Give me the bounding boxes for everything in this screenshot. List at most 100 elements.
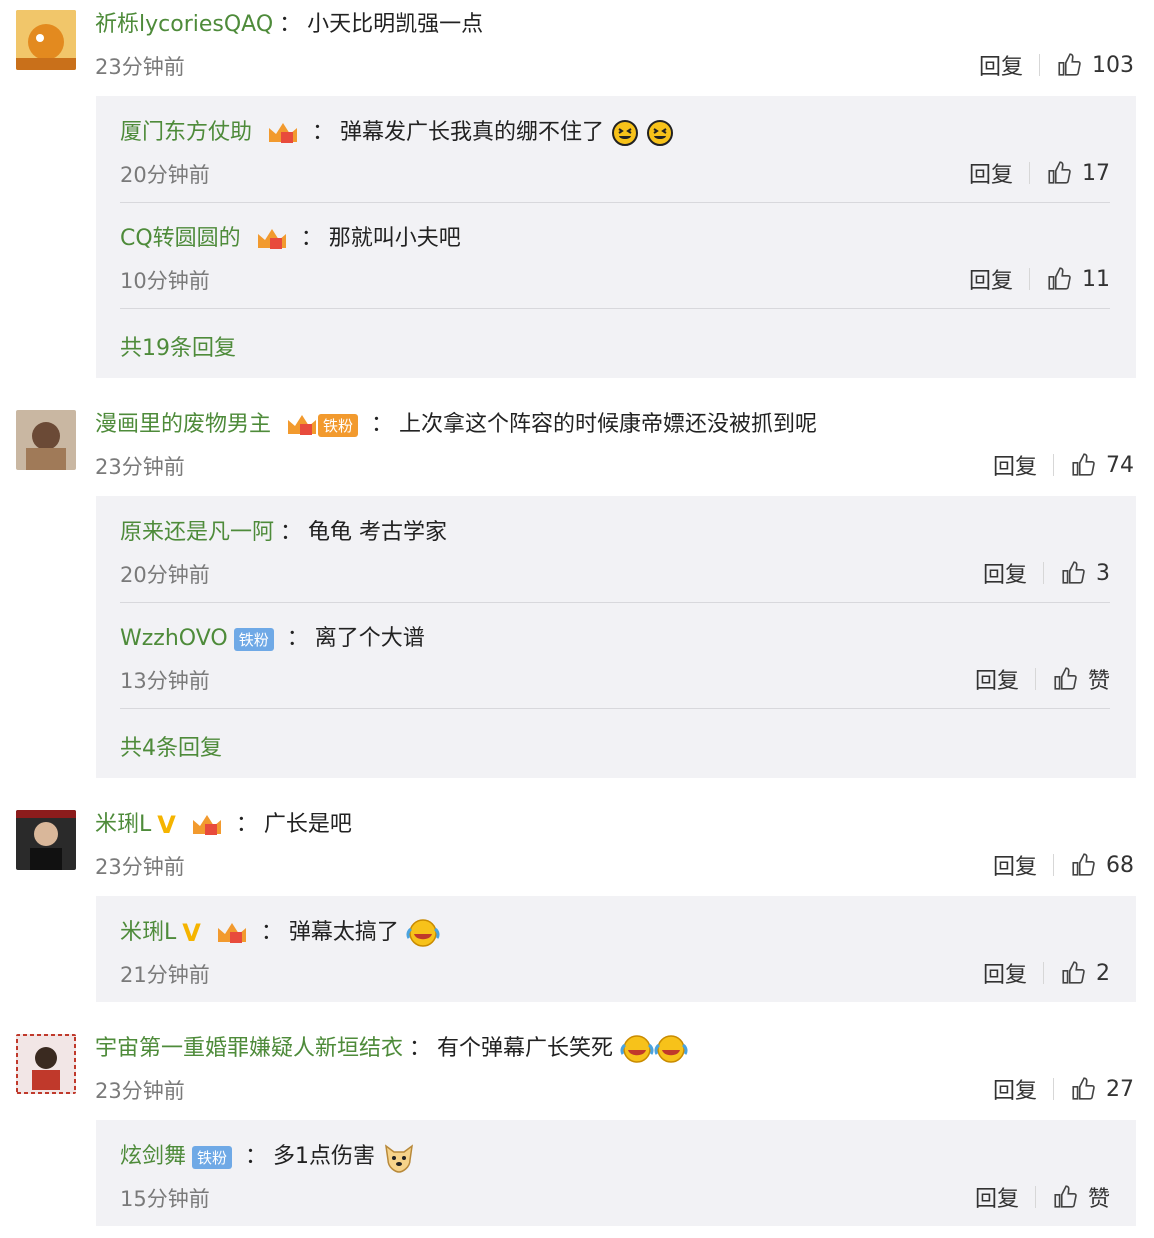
like-count[interactable]: 27 — [1106, 1077, 1134, 1102]
avatar[interactable] — [16, 810, 76, 870]
like-count[interactable]: 3 — [1096, 561, 1110, 586]
username-link[interactable]: 祈栎lycoriesQAQ — [95, 12, 273, 37]
username-link[interactable]: WzzhOVO — [120, 626, 228, 651]
thumbs-up-icon[interactable] — [1046, 160, 1072, 186]
thumbs-up-icon[interactable] — [1060, 960, 1086, 986]
reply-button[interactable]: 回复 — [993, 849, 1037, 881]
comment-text: 有个弹幕广长笑死 — [437, 1036, 614, 1061]
username-link[interactable]: 米琍L — [120, 920, 176, 945]
like-count[interactable]: 74 — [1106, 453, 1134, 478]
divider — [1034, 668, 1036, 690]
laugh-cry-emoji-icon — [654, 1035, 688, 1063]
divider — [1034, 1186, 1036, 1208]
like-count[interactable]: 2 — [1096, 961, 1110, 986]
username-link[interactable]: 厦门东方仗助 — [120, 120, 252, 145]
reply-button[interactable]: 回复 — [979, 49, 1023, 81]
reply-button[interactable]: 回复 — [983, 957, 1027, 989]
comment-text: 上次拿这个阵容的时候康帝嫖还没被抓到呢 — [399, 412, 818, 437]
colon: ： — [300, 226, 323, 251]
like-count[interactable]: 103 — [1092, 53, 1134, 78]
colon: ： — [409, 1036, 432, 1061]
divider — [1039, 54, 1040, 76]
like-count[interactable]: 赞 — [1088, 1181, 1110, 1213]
reply-button[interactable]: 回复 — [969, 157, 1013, 189]
thumbs-up-icon[interactable] — [1052, 666, 1078, 692]
verified-v-icon: V — [182, 919, 201, 947]
comment-time: 23分钟前 — [95, 455, 185, 479]
username-link[interactable]: 漫画里的废物男主 — [95, 412, 271, 437]
avatar[interactable] — [16, 410, 76, 470]
reply-time: 20分钟前 — [120, 163, 210, 187]
avatar-image — [16, 1034, 76, 1094]
like-count[interactable]: 17 — [1082, 161, 1110, 186]
thumbs-up-icon[interactable] — [1060, 560, 1086, 586]
laughing-emoji-icon — [647, 120, 674, 146]
view-more-replies-link[interactable]: 共4条回复 — [120, 730, 222, 762]
crown-badge-icon — [257, 229, 286, 249]
doge-face-emoji-icon — [385, 1144, 414, 1173]
laughing-emoji-icon — [612, 120, 639, 146]
comment-time: 23分钟前 — [95, 855, 185, 879]
colon: ： — [371, 412, 394, 437]
reply-button[interactable]: 回复 — [969, 263, 1013, 295]
divider — [1029, 268, 1030, 290]
crown-badge-icon — [288, 415, 317, 435]
reply-panel — [96, 896, 1136, 1002]
comment-actions: 回复 74 — [993, 449, 1134, 481]
reply-button[interactable]: 回复 — [993, 1073, 1037, 1105]
like-count[interactable]: 赞 — [1088, 663, 1110, 695]
username-link[interactable]: 米琍L — [95, 812, 151, 837]
username-link[interactable]: CQ转圆圆的 — [120, 226, 241, 251]
crown-badge-icon — [269, 123, 298, 143]
reply-time: 10分钟前 — [120, 269, 210, 293]
colon: ： — [235, 812, 258, 837]
avatar[interactable] — [16, 10, 76, 70]
avatar-image — [16, 10, 76, 70]
reply-actions: 回复 11 — [969, 263, 1110, 295]
username-link[interactable]: 原来还是凡一阿 — [120, 520, 274, 545]
thumbs-up-icon[interactable] — [1070, 452, 1096, 478]
thumbs-up-icon[interactable] — [1070, 852, 1096, 878]
reply-button[interactable]: 回复 — [993, 449, 1037, 481]
avatar[interactable] — [16, 1034, 76, 1094]
username-link[interactable]: 炫剑舞 — [120, 1144, 186, 1169]
divider — [120, 708, 1110, 709]
verified-v-icon: V — [157, 811, 176, 839]
divider — [1053, 1078, 1054, 1100]
reply-actions: 回复 赞 — [975, 663, 1110, 695]
reply-line: 炫剑舞 铁粉 ：多1点伤害 — [120, 1138, 416, 1174]
reply-time: 13分钟前 — [120, 669, 210, 693]
reply-text: 多1点伤害 — [273, 1144, 376, 1169]
reply-button[interactable]: 回复 — [975, 663, 1019, 695]
avatar-image — [16, 810, 76, 870]
reply-actions: 回复 17 — [969, 157, 1110, 189]
fan-badge: 铁粉 — [318, 413, 359, 437]
reply-line: WzzhOVO 铁粉 ：离了个大谱 — [120, 620, 425, 652]
reply-button[interactable]: 回复 — [975, 1181, 1019, 1213]
colon: ： — [280, 520, 303, 545]
reply-time: 21分钟前 — [120, 963, 210, 987]
colon: ： — [279, 12, 302, 37]
divider — [1043, 562, 1044, 584]
colon: ： — [312, 120, 335, 145]
avatar-image — [16, 410, 76, 470]
thumbs-up-icon[interactable] — [1070, 1076, 1096, 1102]
thumbs-up-icon[interactable] — [1046, 266, 1072, 292]
fan-badge: 铁粉 — [192, 1145, 233, 1169]
username-link[interactable]: 宇宙第一重婚罪嫌疑人新垣结衣 — [95, 1036, 403, 1061]
like-count[interactable]: 68 — [1106, 853, 1134, 878]
reply-line: 原来还是凡一阿：龟龟 考古学家 — [120, 514, 447, 546]
like-count[interactable]: 11 — [1082, 267, 1110, 292]
thumbs-up-icon[interactable] — [1052, 1184, 1078, 1210]
reply-time: 15分钟前 — [120, 1187, 210, 1211]
reply-time: 20分钟前 — [120, 563, 210, 587]
comment-actions: 回复 103 — [979, 49, 1134, 81]
reply-button[interactable]: 回复 — [983, 557, 1027, 589]
colon: ： — [260, 920, 283, 945]
reply-line: 厦门东方仗助 ：弹幕发广长我真的绷不住了 — [120, 114, 674, 147]
thumbs-up-icon[interactable] — [1056, 52, 1082, 78]
view-more-replies-link[interactable]: 共19条回复 — [120, 330, 236, 362]
comment-line: 宇宙第一重婚罪嫌疑人新垣结衣：有个弹幕广长笑死 — [95, 1030, 688, 1065]
divider — [120, 602, 1110, 603]
comment-actions: 回复 68 — [993, 849, 1134, 881]
